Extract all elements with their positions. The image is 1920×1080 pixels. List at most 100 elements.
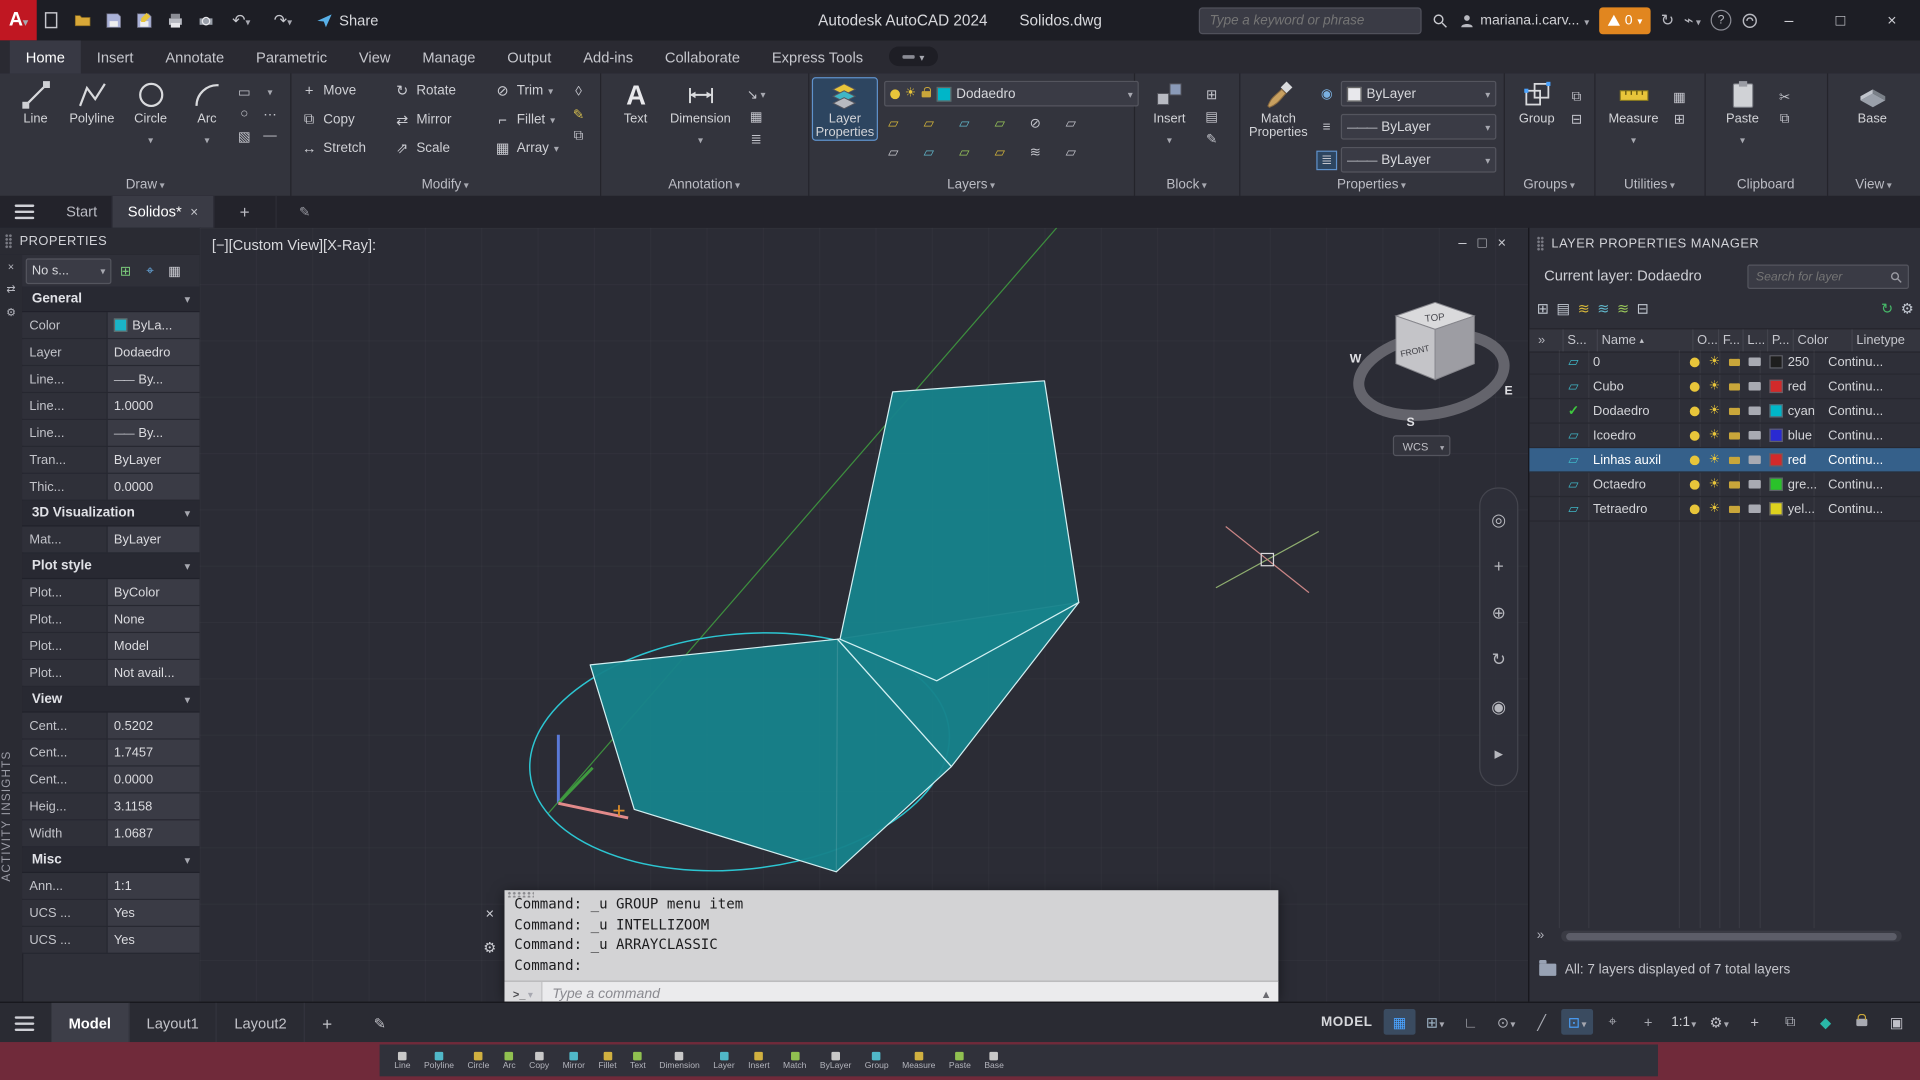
layer-name[interactable]: Icoedro — [1588, 428, 1684, 443]
layer-color[interactable]: gre... — [1764, 477, 1823, 492]
open-button[interactable] — [69, 6, 97, 34]
units-button[interactable]: ⧉ — [1774, 1009, 1806, 1035]
stretch-tool[interactable]: ↔Stretch — [300, 140, 393, 157]
quick-calc-icon[interactable]: ▦ — [1670, 88, 1688, 105]
layer-isolate-mgr-icon[interactable]: ≋ — [1597, 300, 1609, 317]
layer-lock-icon[interactable] — [1728, 505, 1739, 512]
panel-label-draw[interactable]: Draw — [0, 176, 290, 196]
section-header-3d-visualization[interactable]: 3D Visualization — [22, 501, 200, 527]
model-viewport[interactable]: [−][Custom View][X-Ray]: – □ × — [200, 228, 1529, 1002]
lock-ui-button[interactable] — [1845, 1009, 1877, 1035]
layer-on-icon[interactable] — [1689, 504, 1699, 514]
move-tool[interactable]: +Move — [300, 82, 393, 99]
tab-view[interactable]: View — [343, 40, 406, 73]
layer-row-icoedro[interactable]: ▱Icoedro☀blueContinu... — [1529, 424, 1920, 448]
isometric-drafting-button[interactable]: ⊙ — [1490, 1009, 1522, 1035]
draw-flyout2-icon[interactable]: ⋯ — [261, 105, 279, 122]
plot-preview-button[interactable] — [191, 6, 219, 34]
panel-label-properties[interactable]: Properties — [1239, 176, 1503, 196]
app-logo[interactable]: A — [0, 0, 37, 40]
section-collapse-icon[interactable] — [185, 692, 190, 707]
command-input[interactable]: Type a command — [542, 987, 1253, 1002]
layer-properties-tool[interactable]: Layer Properties — [813, 78, 877, 139]
layer-plot-icon[interactable] — [1748, 431, 1760, 440]
section-collapse-icon[interactable] — [185, 558, 190, 573]
compass-east-label[interactable]: E — [1504, 383, 1512, 397]
model-space-toggle[interactable]: MODEL — [1321, 1014, 1373, 1029]
fillet-caret-icon[interactable] — [550, 112, 555, 127]
ortho-mode-button[interactable]: ∟ — [1455, 1009, 1487, 1035]
file-tab-close-icon[interactable] — [190, 203, 198, 220]
show-motion-icon[interactable]: ◉ — [1491, 696, 1506, 717]
panel-label-block[interactable]: Block — [1134, 176, 1239, 196]
menu-burger-icon[interactable] — [15, 204, 35, 219]
layer-plot-icon[interactable] — [1748, 504, 1760, 513]
file-tab-solidos[interactable]: Solidos* — [113, 196, 214, 228]
vp-minimize-icon[interactable]: – — [1458, 234, 1466, 251]
new-drawing-button[interactable] — [38, 6, 66, 34]
layer-row-tetraedro[interactable]: ▱Tetraedro☀yel...Continu... — [1529, 497, 1920, 521]
copy-tool[interactable]: ⧉Copy — [300, 110, 393, 128]
measure-tool[interactable]: Measure — [1602, 78, 1666, 149]
palette-settings-icon[interactable]: ⚙ — [0, 302, 22, 322]
viewcube-top-face[interactable] — [1396, 302, 1474, 329]
trim-caret-icon[interactable] — [548, 83, 553, 98]
column-header-linetype[interactable]: Linetype — [1853, 329, 1920, 351]
layer-linetype[interactable]: Continu... — [1823, 403, 1920, 418]
clean-screen-button[interactable]: ▣ — [1881, 1009, 1913, 1035]
layout-tab-model[interactable]: Model — [51, 1003, 129, 1043]
layer-plot-icon[interactable] — [1748, 407, 1760, 416]
help-icon[interactable]: ? — [1711, 10, 1732, 31]
column-header-name[interactable]: Name — [1598, 329, 1694, 351]
line-tool[interactable]: Line — [7, 78, 63, 126]
command-grip[interactable] — [507, 891, 534, 897]
base-tool[interactable]: Base — [1844, 78, 1900, 126]
erase-tool-icon[interactable]: ◊ — [569, 83, 587, 100]
property-value[interactable]: None — [108, 606, 200, 632]
plot-button[interactable] — [160, 6, 188, 34]
layer-plot-icon[interactable] — [1748, 382, 1760, 391]
column-header-o[interactable]: O... — [1693, 329, 1719, 351]
property-value[interactable]: ByLayer — [108, 447, 200, 473]
layer-search-box[interactable] — [1747, 264, 1909, 288]
panel-label-clipboard[interactable]: Clipboard — [1704, 176, 1826, 196]
layer-walk-icon[interactable]: ▱ — [991, 143, 1009, 160]
circle-tool[interactable]: Circle — [122, 78, 178, 149]
infocenter-search[interactable] — [1199, 7, 1422, 34]
workspace-switching-button[interactable]: ⚙ — [1703, 1009, 1735, 1035]
dynamic-input-button[interactable]: + — [1632, 1009, 1664, 1035]
property-value[interactable]: Dodaedro — [108, 339, 200, 365]
rectangle-tool-icon[interactable]: ▭ — [235, 83, 253, 100]
panel-label-annotation[interactable]: Annotation — [600, 176, 808, 196]
property-value[interactable]: By... — [108, 420, 200, 446]
paste-caret-icon[interactable] — [1740, 127, 1745, 149]
assistant-icon[interactable] — [1741, 12, 1758, 29]
tab-overflow-icon[interactable] — [277, 196, 333, 228]
layer-plot-icon[interactable] — [1748, 480, 1760, 489]
rotate-tool[interactable]: ↻Rotate — [393, 82, 493, 99]
text-tool[interactable]: A Text — [607, 78, 663, 126]
more-icon[interactable]: ▸ — [1494, 744, 1503, 765]
paste-tool[interactable]: Paste — [1714, 78, 1770, 149]
layer-unisolate-icon[interactable]: ▱ — [884, 143, 902, 160]
section-header-plot-style[interactable]: Plot style — [22, 553, 200, 579]
layer-on-icon[interactable] — [1689, 479, 1699, 489]
layer-hscrollbar[interactable] — [1561, 931, 1901, 942]
layer-isolate-icon[interactable]: ▱ — [920, 114, 938, 131]
insert-tool[interactable]: Insert — [1141, 78, 1197, 149]
property-value[interactable]: Not avail... — [108, 660, 200, 686]
viewport-controls-label[interactable]: [−][Custom View][X-Ray]: — [212, 236, 376, 253]
panel-label-utilities[interactable]: Utilities — [1594, 176, 1704, 196]
linetype-dropdown[interactable]: ByLayer — [1341, 147, 1497, 173]
new-group-filter-icon[interactable]: ▤ — [1556, 300, 1570, 317]
object-color-dropdown[interactable]: ByLayer — [1341, 81, 1497, 107]
viewcube-front-face[interactable] — [1396, 316, 1435, 380]
layout-menu-icon[interactable] — [15, 1016, 35, 1031]
property-value[interactable]: 0.0000 — [108, 474, 200, 500]
pan-icon[interactable]: + — [1494, 556, 1504, 576]
layer-color[interactable]: cyan — [1764, 403, 1823, 418]
delete-layer-icon[interactable]: ⊟ — [1637, 300, 1649, 317]
zoom-icon[interactable]: ⊕ — [1492, 602, 1506, 623]
grid-display-button[interactable]: ▦ — [1384, 1009, 1416, 1035]
ungroup-icon[interactable]: ⧉ — [1567, 88, 1585, 105]
